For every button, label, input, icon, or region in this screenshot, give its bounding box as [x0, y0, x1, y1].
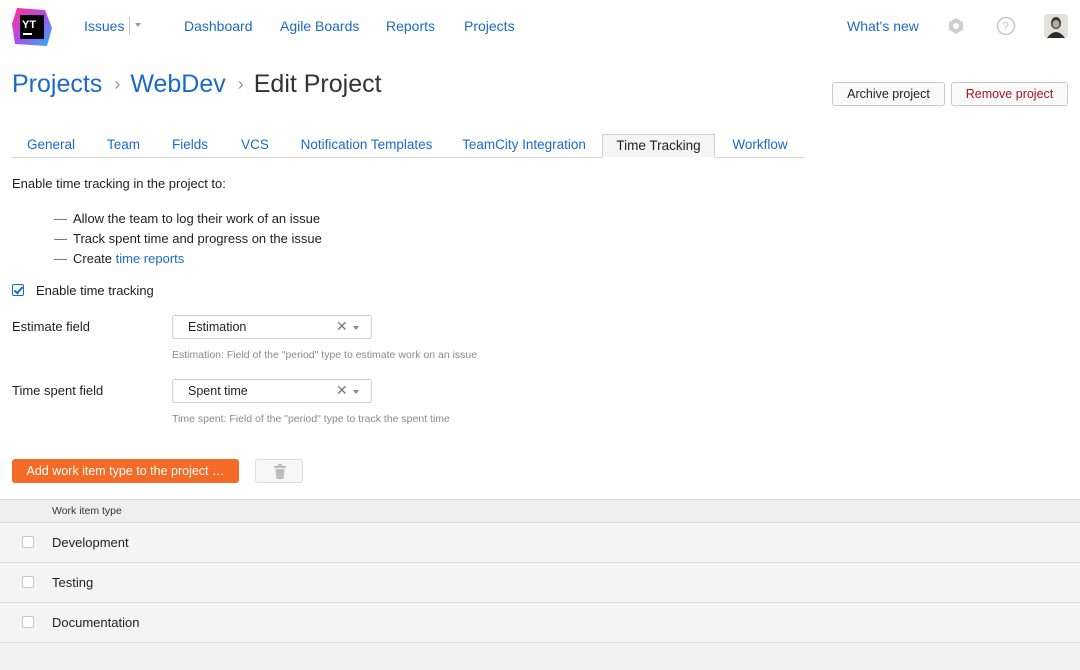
archive-project-button[interactable]: Archive project: [832, 82, 945, 106]
tab-notification-templates[interactable]: Notification Templates: [294, 134, 439, 157]
whats-new-link[interactable]: What's new: [847, 18, 919, 34]
table-row[interactable]: Documentation: [0, 603, 1080, 643]
page-title: Edit Project: [253, 70, 382, 98]
work-item-type-name: Documentation: [52, 615, 140, 630]
work-item-type-name: Testing: [52, 575, 94, 590]
clear-icon[interactable]: ✕: [336, 318, 348, 335]
enable-time-tracking-checkbox[interactable]: [12, 284, 24, 296]
nav-agile-boards[interactable]: Agile Boards: [280, 18, 359, 34]
table-header: Work item type: [0, 499, 1080, 523]
list-item: — Track spent time and progress on the is…: [54, 229, 322, 249]
breadcrumb-projects-link[interactable]: Projects: [12, 70, 102, 98]
tab-vcs[interactable]: VCS: [234, 134, 276, 157]
breadcrumb-separator: ›: [237, 74, 244, 94]
time-spent-field-label: Time spent field: [12, 383, 104, 398]
remove-project-button[interactable]: Remove project: [951, 82, 1068, 106]
settings-gear-icon[interactable]: [946, 16, 966, 36]
estimate-field-label: Estimate field: [12, 319, 91, 334]
time-spent-field-select[interactable]: Spent time ✕: [172, 379, 372, 403]
work-item-type-name: Development: [52, 535, 129, 550]
trash-icon: [273, 464, 287, 484]
time-reports-link[interactable]: time reports: [116, 251, 185, 266]
tab-time-tracking[interactable]: Time Tracking: [602, 134, 715, 158]
svg-text:?: ?: [1002, 20, 1009, 34]
tab-fields[interactable]: Fields: [164, 134, 216, 157]
add-work-item-type-button[interactable]: Add work item type to the project …: [12, 459, 239, 483]
top-navigation-bar: YT Issues Dashboard Agile Boards Reports…: [0, 0, 1080, 52]
time-tracking-benefits-list: — Allow the team to log their work of an …: [54, 209, 322, 269]
tab-workflow[interactable]: Workflow: [724, 134, 796, 157]
list-item: — Create time reports: [54, 249, 322, 269]
enable-time-tracking-label: Enable time tracking: [36, 283, 154, 298]
breadcrumb-project-link[interactable]: WebDev: [130, 70, 225, 98]
svg-text:YT: YT: [22, 19, 36, 31]
list-item-text: Track spent time and progress on the iss…: [73, 231, 322, 246]
help-icon[interactable]: ?: [996, 16, 1016, 36]
list-dash: —: [54, 211, 67, 226]
nav-dashboard[interactable]: Dashboard: [184, 18, 253, 34]
row-select-checkbox[interactable]: [22, 536, 34, 548]
youtrack-logo[interactable]: YT: [11, 6, 53, 48]
breadcrumb: Projects › WebDev › Edit Project: [12, 70, 382, 104]
list-item: — Allow the team to log their work of an …: [54, 209, 322, 229]
clear-icon[interactable]: ✕: [336, 382, 348, 399]
list-dash: —: [54, 251, 67, 266]
tab-teamcity-integration[interactable]: TeamCity Integration: [458, 134, 590, 157]
time-tracking-intro: Enable time tracking in the project to:: [12, 176, 226, 191]
estimate-field-hint: Estimation: Field of the "period" type t…: [172, 349, 478, 361]
work-item-types-table: Work item type Development Testing Docum…: [0, 499, 1080, 670]
table-row[interactable]: Testing: [0, 563, 1080, 603]
list-item-text: Allow the team to log their work of an i…: [73, 211, 321, 226]
row-select-checkbox[interactable]: [22, 616, 34, 628]
estimate-field-value: Estimation: [188, 320, 247, 334]
chevron-down-icon[interactable]: [353, 390, 359, 394]
nav-divider: [129, 17, 130, 35]
list-item-text: Create: [73, 251, 116, 266]
time-spent-field-value: Spent time: [188, 384, 248, 398]
list-dash: —: [54, 231, 67, 246]
tab-team[interactable]: Team: [100, 134, 147, 157]
issues-dropdown-icon[interactable]: [135, 23, 141, 27]
nav-reports[interactable]: Reports: [386, 18, 435, 34]
column-header-work-item-type: Work item type: [52, 505, 122, 517]
estimate-field-select[interactable]: Estimation ✕: [172, 315, 372, 339]
chevron-down-icon[interactable]: [353, 326, 359, 330]
user-avatar[interactable]: [1044, 14, 1068, 38]
nav-projects[interactable]: Projects: [464, 18, 515, 34]
breadcrumb-separator: ›: [114, 74, 121, 94]
table-row[interactable]: Development: [0, 523, 1080, 563]
project-settings-tabs: General Team Fields VCS Notification Tem…: [12, 134, 804, 158]
nav-issues[interactable]: Issues: [84, 18, 124, 34]
row-select-checkbox[interactable]: [22, 576, 34, 588]
delete-work-item-type-button[interactable]: [255, 459, 303, 483]
tab-general[interactable]: General: [12, 134, 90, 157]
time-spent-field-hint: Time spent: Field of the "period" type t…: [172, 413, 450, 425]
